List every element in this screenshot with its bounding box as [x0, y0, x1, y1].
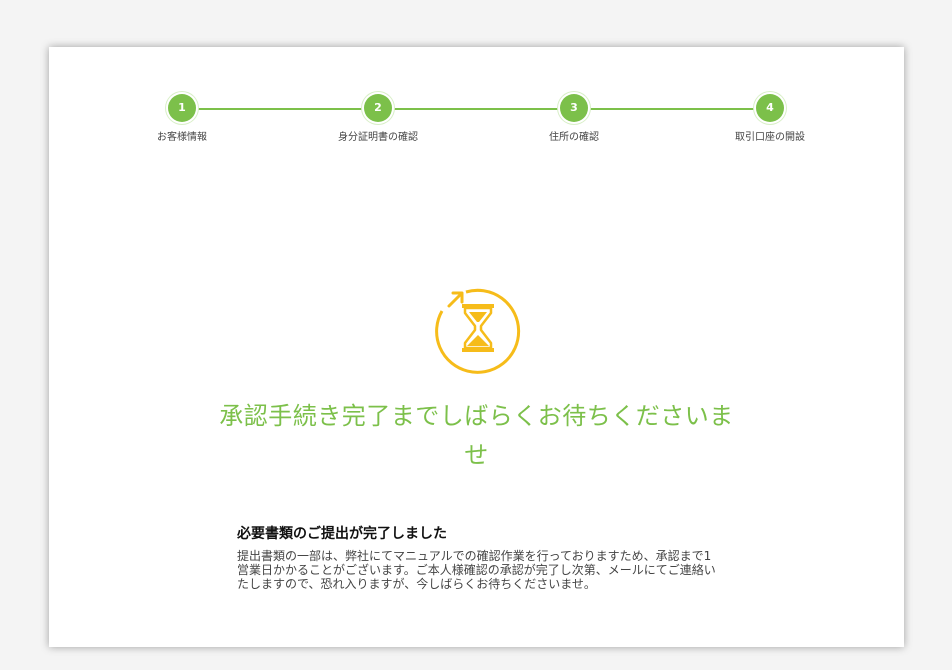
stepper-line — [182, 108, 770, 110]
verification-card: 1 お客様情報 2 身分証明書の確認 3 住所の確認 4 取引口座の開設 承認手… — [49, 47, 904, 647]
step-number: 4 — [756, 94, 784, 122]
step-number: 1 — [168, 94, 196, 122]
notice-section: 必要書類のご提出が完了しました 提出書類の一部は、弊社にてマニュアルでの確認作業… — [237, 523, 717, 591]
step-number: 2 — [364, 94, 392, 122]
step-label: お客様情報 — [157, 132, 207, 143]
status-title: 承認手続き完了までしばらくお待ちくださいませ — [219, 402, 734, 469]
step-1: 1 お客様情報 — [112, 94, 252, 143]
notice-heading: 必要書類のご提出が完了しました — [237, 526, 447, 542]
notice-body: 提出書類の一部は、弊社にてマニュアルでの確認作業を行っておりますため、承認まで1… — [237, 549, 716, 591]
step-3: 3 住所の確認 — [504, 94, 644, 143]
step-number: 3 — [560, 94, 588, 122]
hourglass-refresh-icon — [435, 288, 521, 374]
step-label: 身分証明書の確認 — [338, 132, 418, 143]
step-2: 2 身分証明書の確認 — [308, 94, 448, 143]
step-label: 取引口座の開設 — [735, 132, 805, 143]
step-4: 4 取引口座の開設 — [700, 94, 840, 143]
progress-stepper: 1 お客様情報 2 身分証明書の確認 3 住所の確認 4 取引口座の開設 — [49, 47, 904, 167]
step-label: 住所の確認 — [549, 132, 599, 143]
